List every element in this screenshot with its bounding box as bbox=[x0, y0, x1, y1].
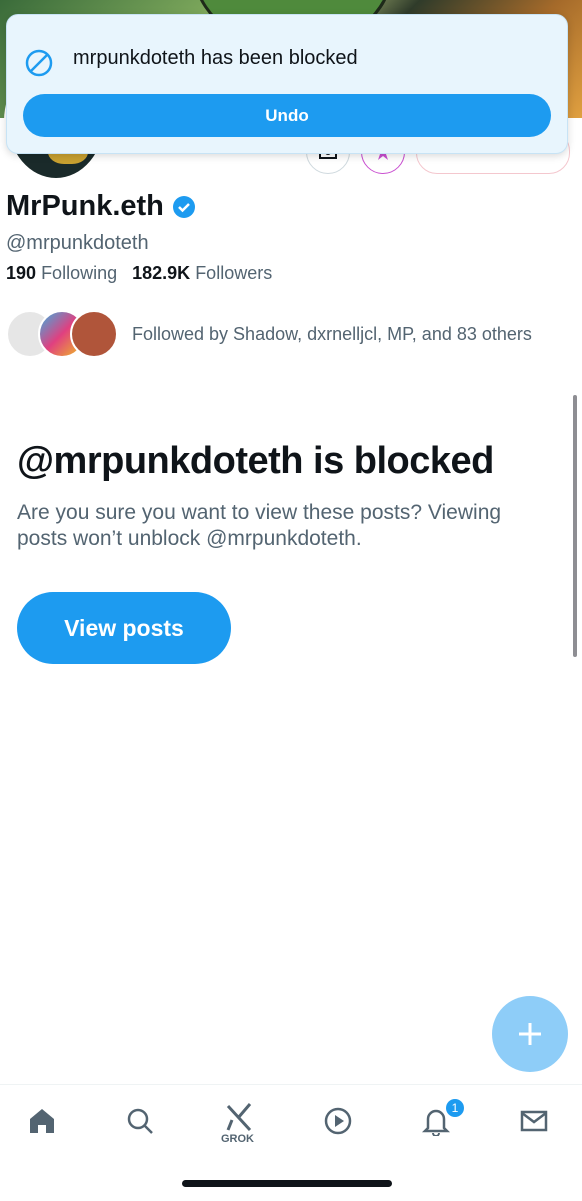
verified-badge-icon bbox=[172, 195, 195, 218]
tab-grok[interactable] bbox=[219, 1097, 259, 1137]
following-count: 190 bbox=[6, 263, 37, 283]
home-indicator bbox=[182, 1180, 392, 1187]
blocked-notice-title: @mrpunkdoteth is blocked bbox=[17, 440, 494, 482]
following-link[interactable]: 190 Following bbox=[6, 263, 117, 283]
followers-count: 182.9K bbox=[132, 263, 191, 283]
plus-icon bbox=[519, 1023, 541, 1045]
view-posts-button[interactable]: View posts bbox=[17, 592, 231, 664]
blocked-toast: mrpunkdoteth has been blocked Undo bbox=[6, 14, 568, 154]
mail-icon bbox=[520, 1110, 548, 1132]
grok-label: GROK bbox=[221, 1133, 254, 1145]
name-row: MrPunk.eth bbox=[6, 190, 196, 223]
blocked-notice-description: Are you sure you want to view these post… bbox=[17, 501, 502, 550]
home-icon bbox=[30, 1109, 54, 1133]
follow-stats: 190 Following 182.9K Followers bbox=[6, 263, 272, 284]
followers-link[interactable]: 182.9K Followers bbox=[132, 263, 272, 283]
tab-search[interactable] bbox=[120, 1101, 160, 1141]
display-name: MrPunk.eth bbox=[6, 190, 164, 222]
undo-button[interactable]: Undo bbox=[23, 94, 551, 137]
tab-home[interactable] bbox=[22, 1101, 62, 1141]
tab-video[interactable] bbox=[318, 1101, 358, 1141]
followers-label: Followers bbox=[195, 263, 273, 283]
scrollbar[interactable] bbox=[573, 395, 577, 657]
following-label: Following bbox=[41, 263, 118, 283]
tab-messages[interactable] bbox=[514, 1101, 554, 1141]
compose-button[interactable] bbox=[492, 996, 568, 1072]
followed-by-text: Followed by Shadow, dxrnelljcl, MP, and … bbox=[132, 323, 532, 344]
video-icon bbox=[324, 1107, 352, 1135]
grok-icon bbox=[226, 1103, 252, 1132]
notification-badge: 1 bbox=[446, 1099, 464, 1117]
followed-by-row[interactable]: Followed by Shadow, dxrnelljcl, MP, and … bbox=[6, 310, 532, 358]
handle: @mrpunkdoteth bbox=[6, 232, 149, 254]
block-icon bbox=[25, 49, 53, 77]
search-icon bbox=[127, 1108, 153, 1134]
toast-message: mrpunkdoteth has been blocked bbox=[73, 47, 358, 69]
follower-avatar bbox=[70, 310, 118, 358]
